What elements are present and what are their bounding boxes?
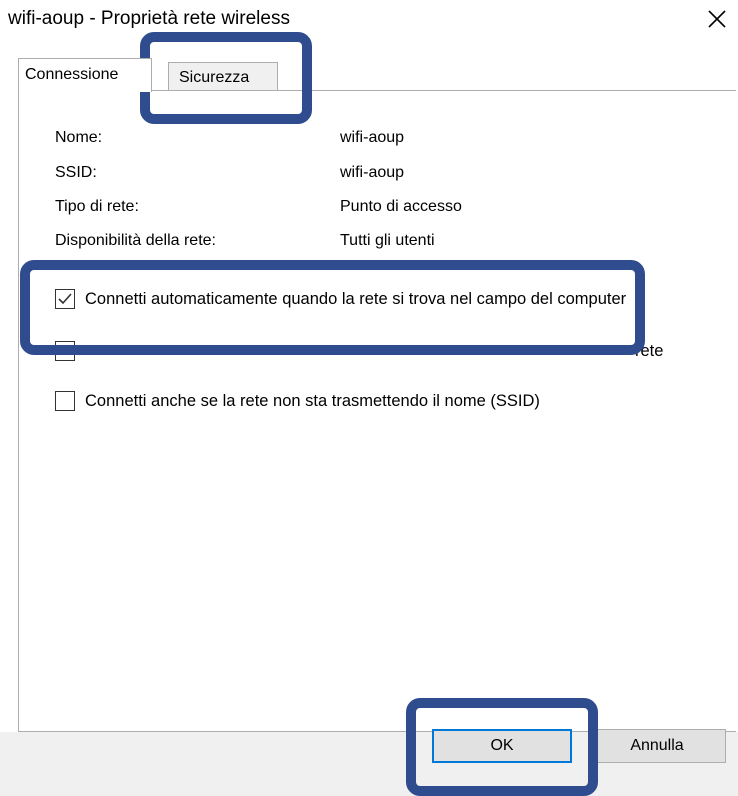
prop-value-nome: wifi-aoup: [340, 129, 405, 146]
tab-panel: [18, 90, 736, 732]
prop-label-disponibilita: Disponibilità della rete:: [55, 232, 216, 249]
checkmark-icon: [58, 293, 72, 305]
option-connect-hidden-ssid-label: Connetti anche se la rete non sta trasme…: [85, 392, 540, 410]
prop-value-disponibilita: Tutti gli utenti: [340, 232, 435, 249]
tab-sicurezza[interactable]: Sicurezza: [168, 62, 278, 90]
checkbox-auto-connect[interactable]: [55, 289, 75, 309]
prop-value-ssid: wifi-aoup: [340, 164, 405, 181]
cancel-button[interactable]: Annulla: [588, 729, 726, 763]
tab-connessione[interactable]: Connessione: [18, 58, 152, 92]
close-button[interactable]: [702, 4, 732, 34]
option-connect-hidden-ssid[interactable]: Connetti anche se la rete non sta trasme…: [55, 391, 645, 411]
option-hidden-label: rete: [635, 342, 664, 360]
option-auto-connect-label: Connetti automaticamente quando la rete …: [85, 290, 627, 308]
checkbox-hidden[interactable]: [55, 341, 75, 361]
option-hidden[interactable]: [55, 341, 85, 361]
prop-label-ssid: SSID:: [55, 164, 97, 181]
option-auto-connect[interactable]: Connetti automaticamente quando la rete …: [55, 289, 645, 309]
checkbox-connect-hidden-ssid[interactable]: [55, 391, 75, 411]
ok-button[interactable]: OK: [432, 729, 572, 763]
window-title: wifi-aoup - Proprietà rete wireless: [8, 8, 290, 29]
prop-label-nome: Nome:: [55, 129, 103, 146]
prop-label-tipo: Tipo di rete:: [55, 198, 139, 215]
close-icon: [708, 10, 726, 28]
prop-value-tipo: Punto di accesso: [340, 198, 462, 215]
